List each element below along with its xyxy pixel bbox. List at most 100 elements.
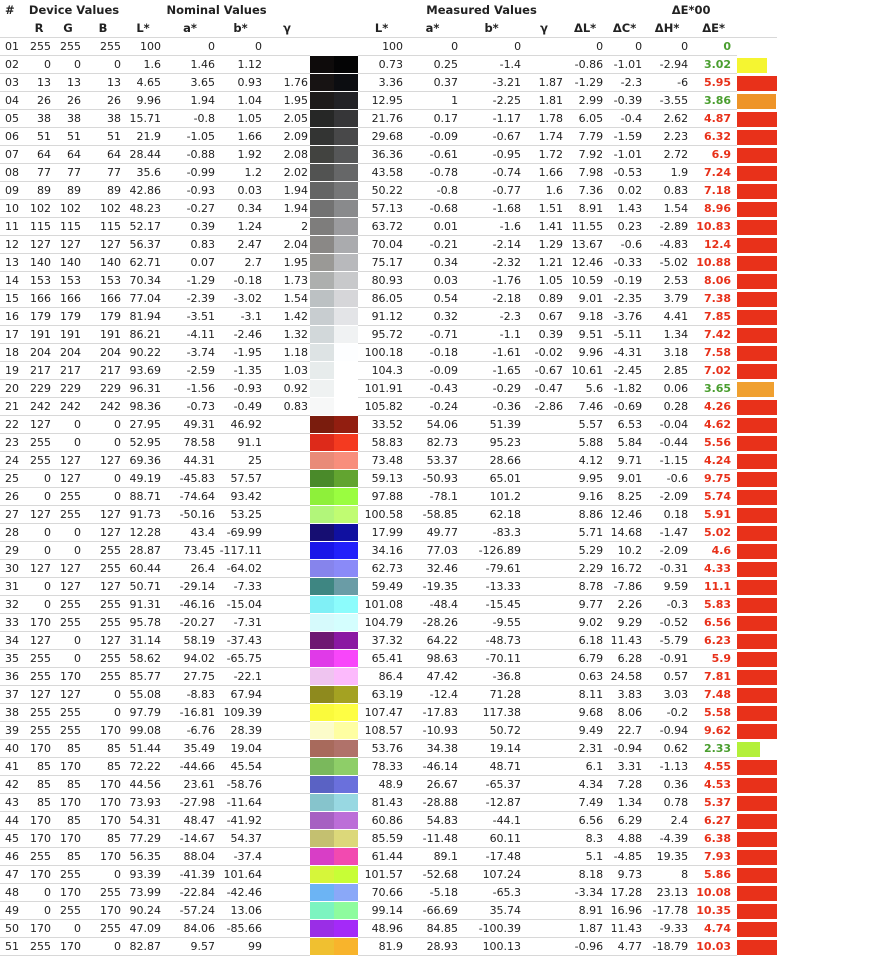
measured-l: 62.73 xyxy=(358,559,406,578)
device-b: 217 xyxy=(83,361,124,380)
swatch-nominal xyxy=(310,362,335,379)
delta-l: 5.88 xyxy=(565,433,606,452)
device-g: 0 xyxy=(53,649,83,668)
delta-e-bar-cell xyxy=(737,470,778,488)
delta-l: 5.6 xyxy=(565,379,606,398)
device-g: 255 xyxy=(53,721,83,740)
measured-l: 33.52 xyxy=(358,415,406,434)
swatch-nominal xyxy=(310,272,335,289)
nominal-b: -1.95 xyxy=(217,343,265,362)
subheader-delta-e: ΔE* xyxy=(690,19,738,38)
measured-a: -0.21 xyxy=(405,235,461,254)
measured-b: 100.13 xyxy=(460,937,524,956)
nominal-b: 0 xyxy=(217,37,265,56)
measured-b: -65.3 xyxy=(460,883,524,902)
device-r: 170 xyxy=(25,811,53,830)
delta-l: 13.67 xyxy=(565,235,606,254)
delta-e-bar-cell xyxy=(737,92,777,110)
nominal-a: 78.58 xyxy=(163,433,218,452)
measured-b: 0 xyxy=(460,37,524,56)
device-b: 0 xyxy=(83,865,124,884)
nominal-b: 93.42 xyxy=(217,487,265,506)
delta-c: 3.83 xyxy=(605,685,645,704)
nominal-gamma: 1.76 xyxy=(264,73,311,92)
swatch-nominal xyxy=(310,308,335,325)
delta-e-bar xyxy=(737,471,778,487)
delta-e-value: 10.35 xyxy=(690,901,738,920)
nominal-gamma xyxy=(264,937,311,956)
delta-e-value: 8.06 xyxy=(690,271,738,290)
delta-e-value: 6.27 xyxy=(690,811,738,830)
header-swatch-gap xyxy=(310,0,358,19)
delta-e-value: 5.56 xyxy=(690,433,738,452)
measured-l: 21.76 xyxy=(358,109,406,128)
measured-b: -1.61 xyxy=(460,343,524,362)
nominal-l: 60.44 xyxy=(123,559,164,578)
swatch-nominal xyxy=(310,668,335,685)
delta-e-bar-cell xyxy=(737,128,778,146)
delta-e-bar xyxy=(737,381,775,397)
delta-e-bar xyxy=(737,201,778,217)
device-g: 170 xyxy=(53,883,83,902)
device-r: 0 xyxy=(25,901,53,920)
delta-e-bar xyxy=(737,75,778,91)
nominal-l: 15.71 xyxy=(123,109,164,128)
delta-h: 0.62 xyxy=(644,739,691,758)
delta-e-bar-cell xyxy=(737,902,778,920)
swatch-pair xyxy=(310,506,359,523)
delta-l: 4.12 xyxy=(565,451,606,470)
nominal-b: -0.18 xyxy=(217,271,265,290)
swatch-pair xyxy=(310,434,359,451)
device-g: 166 xyxy=(53,289,83,308)
row-index: 25 xyxy=(0,469,25,488)
color-swatch xyxy=(310,38,359,56)
row-index: 38 xyxy=(0,703,25,722)
nominal-gamma xyxy=(264,415,311,434)
device-r: 0 xyxy=(25,577,53,596)
nominal-gamma xyxy=(264,505,311,524)
color-swatch xyxy=(310,740,359,758)
nominal-b: -2.46 xyxy=(217,325,265,344)
nominal-a: 88.04 xyxy=(163,847,218,866)
swatch-measured xyxy=(334,398,359,415)
row-index: 12 xyxy=(0,235,25,254)
delta-e-bar xyxy=(737,543,778,559)
header-measured-values: Measured Values xyxy=(426,2,537,17)
nominal-l: 51.44 xyxy=(123,739,164,758)
row-index: 23 xyxy=(0,433,25,452)
delta-e-bar-cell xyxy=(737,416,778,434)
delta-c: 9.29 xyxy=(605,613,645,632)
color-swatch xyxy=(310,380,359,398)
delta-e-bar xyxy=(737,183,778,199)
measured-l: 100 xyxy=(358,37,406,56)
delta-e-value: 8.96 xyxy=(690,199,738,218)
row-index: 18 xyxy=(0,343,25,362)
delta-e-value: 12.4 xyxy=(690,235,738,254)
nominal-a: -1.56 xyxy=(163,379,218,398)
measured-b: -0.67 xyxy=(460,127,524,146)
delta-h: 4.41 xyxy=(644,307,691,326)
swatch-measured xyxy=(334,308,359,325)
swatch-nominal xyxy=(310,146,335,163)
nominal-l: 58.62 xyxy=(123,649,164,668)
swatch-nominal xyxy=(310,128,335,145)
measured-gamma xyxy=(523,685,566,704)
measured-gamma: -0.67 xyxy=(523,361,566,380)
measured-b: 50.72 xyxy=(460,721,524,740)
device-r: 0 xyxy=(25,55,53,74)
measured-a: -17.83 xyxy=(405,703,461,722)
measured-l: 78.33 xyxy=(358,757,406,776)
delta-e-value: 7.38 xyxy=(690,289,738,308)
device-g: 153 xyxy=(53,271,83,290)
measured-gamma xyxy=(523,721,566,740)
device-r: 0 xyxy=(25,595,53,614)
measured-gamma: 1.21 xyxy=(523,253,566,272)
nominal-b: -58.76 xyxy=(217,775,265,794)
device-b: 255 xyxy=(83,667,124,686)
delta-c: 16.96 xyxy=(605,901,645,920)
nominal-gamma xyxy=(264,865,311,884)
delta-e-value: 10.83 xyxy=(690,217,738,236)
swatch-measured xyxy=(334,866,359,883)
measured-l: 104.3 xyxy=(358,361,406,380)
nominal-b: -7.31 xyxy=(217,613,265,632)
